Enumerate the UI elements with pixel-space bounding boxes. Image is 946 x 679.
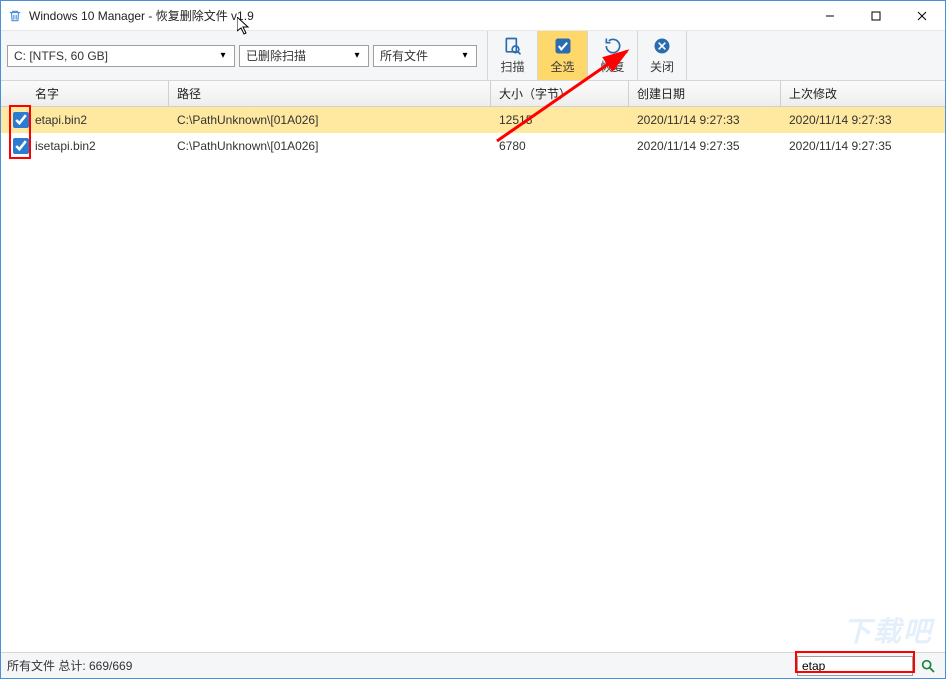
col-header-size[interactable]: 大小（字节） bbox=[491, 81, 629, 106]
file-name: etapi.bin2 bbox=[35, 113, 87, 127]
recover-icon bbox=[603, 36, 623, 56]
file-created: 2020/11/14 9:27:35 bbox=[629, 139, 781, 153]
window-control-group bbox=[807, 1, 945, 30]
window-title: Windows 10 Manager - 恢复删除文件 v1.9 bbox=[29, 7, 807, 24]
select-all-button-label: 全选 bbox=[550, 58, 574, 75]
row-checkbox[interactable] bbox=[13, 112, 29, 128]
table-body[interactable]: etapi.bin2C:\PathUnknown\[01A026]1251520… bbox=[1, 107, 945, 652]
col-header-modified[interactable]: 上次修改 bbox=[781, 81, 945, 106]
file-created: 2020/11/14 9:27:33 bbox=[629, 113, 781, 127]
select-all-button[interactable]: 全选 bbox=[537, 31, 587, 80]
col-header-path[interactable]: 路径 bbox=[169, 81, 491, 106]
table-header: 名字 路径 大小（字节） 创建日期 上次修改 bbox=[1, 81, 945, 107]
file-modified: 2020/11/14 9:27:33 bbox=[781, 113, 945, 127]
title-bar: Windows 10 Manager - 恢复删除文件 v1.9 bbox=[1, 1, 945, 31]
trash-icon bbox=[7, 8, 23, 24]
chevron-down-icon: ▾ bbox=[216, 50, 230, 61]
scan-icon bbox=[503, 36, 523, 56]
drive-select-label: C: [NTFS, 60 GB] bbox=[14, 49, 216, 63]
file-size: 6780 bbox=[491, 139, 629, 153]
chevron-down-icon: ▾ bbox=[458, 50, 472, 61]
maximize-button[interactable] bbox=[853, 1, 899, 30]
search-icon bbox=[920, 658, 936, 674]
row-checkbox[interactable] bbox=[13, 138, 29, 154]
status-text: 所有文件 总计: 669/669 bbox=[7, 657, 797, 674]
scan-mode-select[interactable]: 已删除扫描 ▾ bbox=[239, 45, 369, 67]
search-box bbox=[797, 655, 939, 677]
chevron-down-icon: ▾ bbox=[350, 50, 364, 61]
table-row[interactable]: etapi.bin2C:\PathUnknown\[01A026]1251520… bbox=[1, 107, 945, 133]
close-button[interactable]: 关闭 bbox=[637, 31, 687, 80]
search-input[interactable] bbox=[797, 656, 913, 676]
search-button[interactable] bbox=[917, 655, 939, 677]
file-path: C:\PathUnknown\[01A026] bbox=[169, 113, 491, 127]
close-window-button[interactable] bbox=[899, 1, 945, 30]
scan-button[interactable]: 扫描 bbox=[487, 31, 537, 80]
select-all-icon bbox=[553, 36, 573, 56]
file-size: 12515 bbox=[491, 113, 629, 127]
scan-mode-label: 已删除扫描 bbox=[246, 47, 350, 64]
table-row[interactable]: isetapi.bin2C:\PathUnknown\[01A026]67802… bbox=[1, 133, 945, 159]
file-name: isetapi.bin2 bbox=[35, 139, 96, 153]
drive-select[interactable]: C: [NTFS, 60 GB] ▾ bbox=[7, 45, 235, 67]
recover-button[interactable]: 恢复 bbox=[587, 31, 637, 80]
recover-button-label: 恢复 bbox=[600, 58, 624, 75]
toolbar: C: [NTFS, 60 GB] ▾ 已删除扫描 ▾ 所有文件 ▾ 扫描 bbox=[1, 31, 945, 81]
close-icon bbox=[652, 36, 672, 56]
status-bar: 所有文件 总计: 669/669 bbox=[1, 652, 945, 678]
file-type-label: 所有文件 bbox=[380, 47, 458, 64]
minimize-button[interactable] bbox=[807, 1, 853, 30]
file-modified: 2020/11/14 9:27:35 bbox=[781, 139, 945, 153]
col-header-name[interactable]: 名字 bbox=[1, 81, 169, 106]
col-header-created[interactable]: 创建日期 bbox=[629, 81, 781, 106]
action-buttons: 扫描 全选 恢复 关闭 bbox=[487, 31, 687, 80]
app-window: Windows 10 Manager - 恢复删除文件 v1.9 C: [NTF… bbox=[0, 0, 946, 679]
file-path: C:\PathUnknown\[01A026] bbox=[169, 139, 491, 153]
scan-button-label: 扫描 bbox=[500, 58, 524, 75]
file-type-select[interactable]: 所有文件 ▾ bbox=[373, 45, 477, 67]
close-button-label: 关闭 bbox=[650, 58, 674, 75]
combo-group: C: [NTFS, 60 GB] ▾ 已删除扫描 ▾ 所有文件 ▾ bbox=[1, 31, 483, 80]
